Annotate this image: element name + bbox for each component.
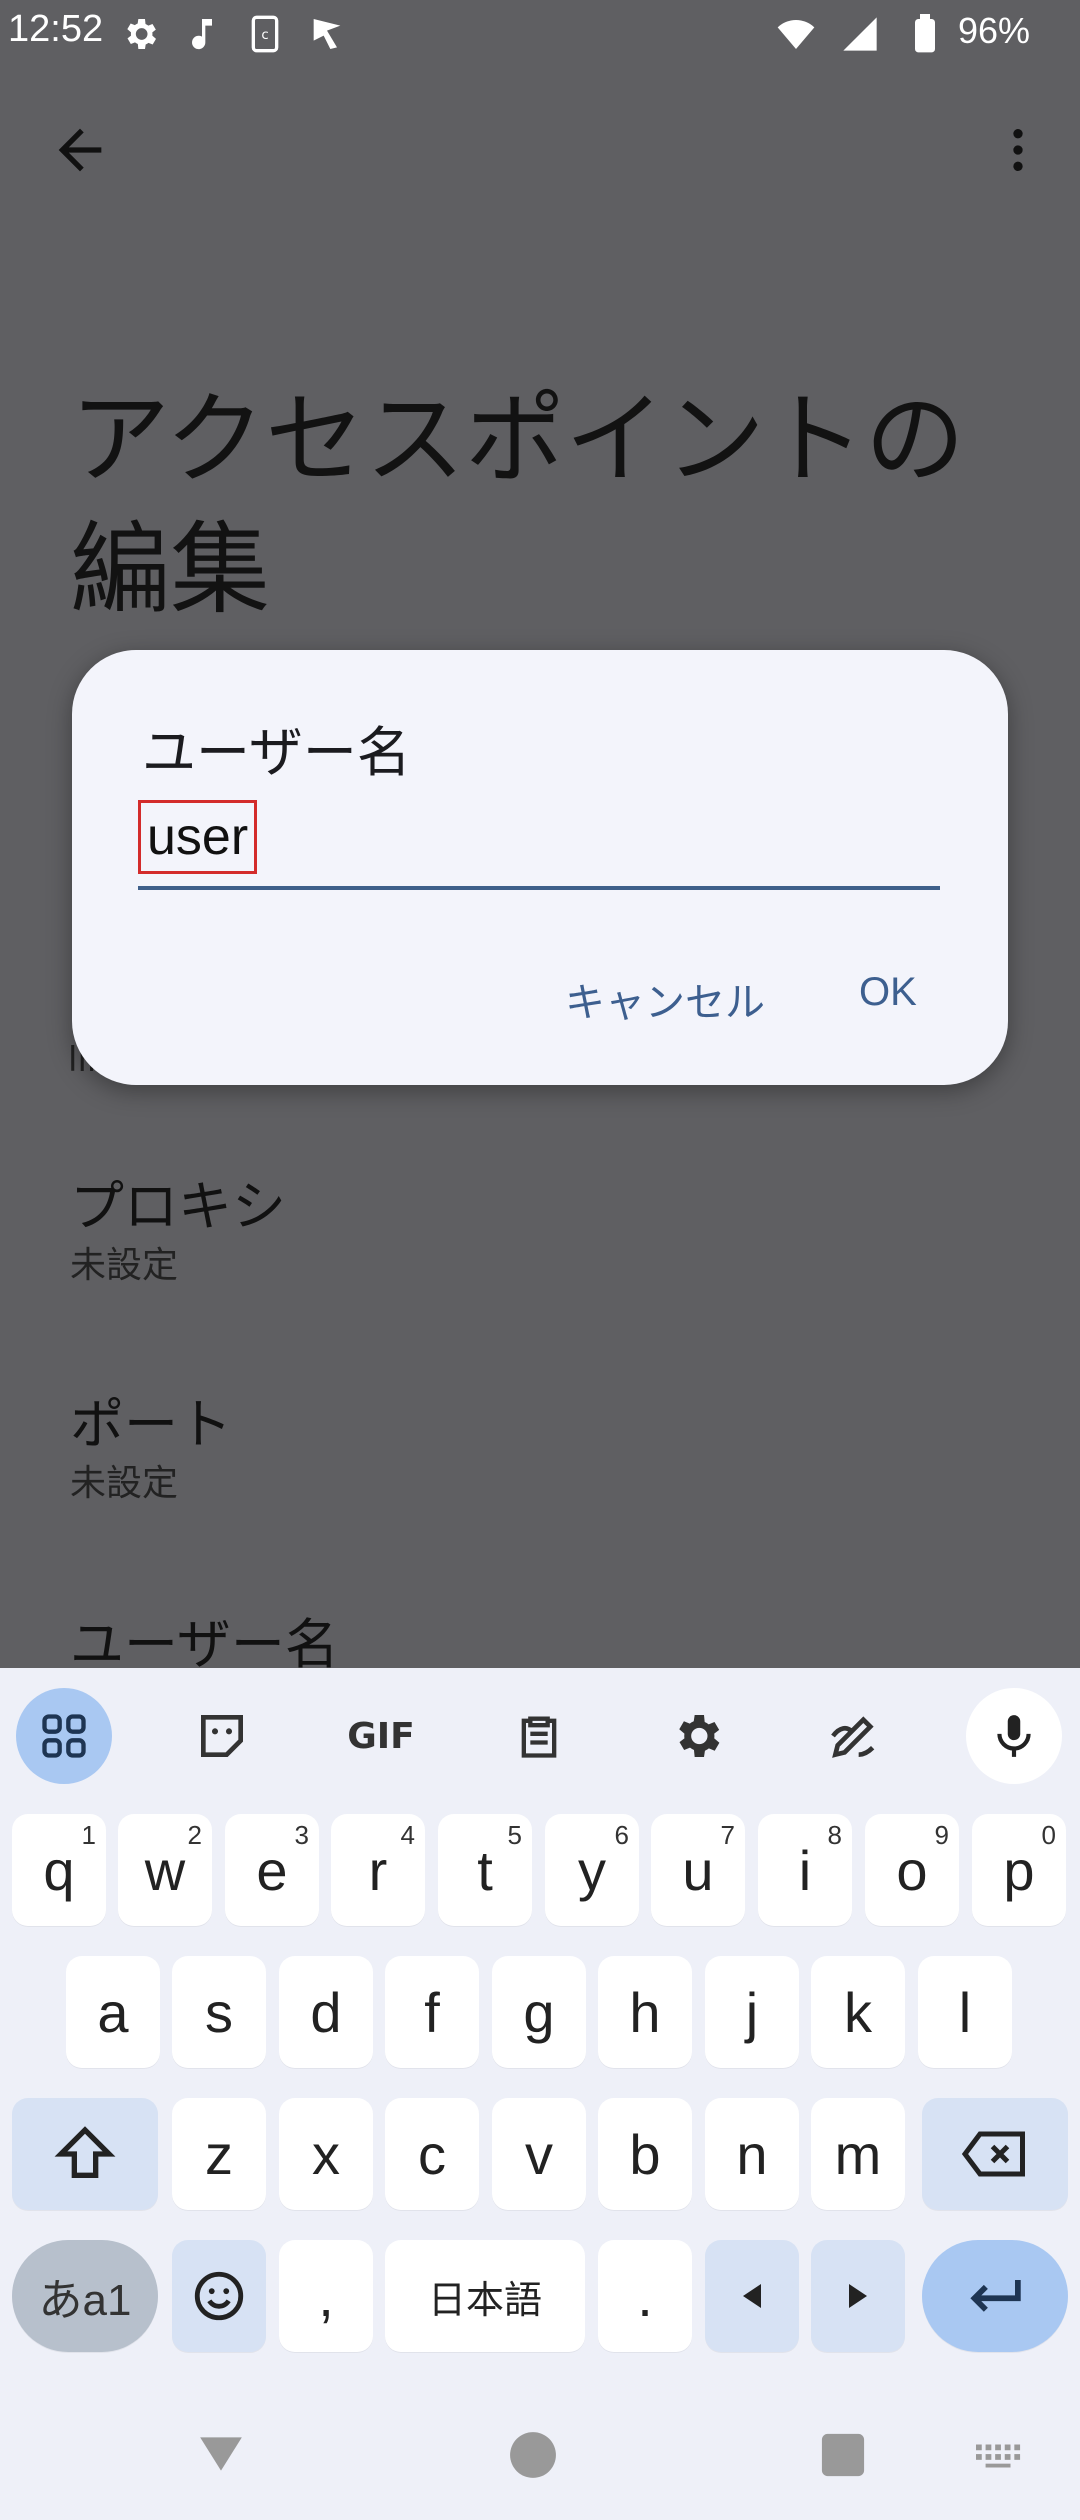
keyboard-switch-icon[interactable] [976, 2444, 1022, 2468]
gif-icon[interactable]: GIF [333, 1688, 429, 1784]
back-nav-icon[interactable] [196, 2432, 246, 2476]
input-underline [138, 886, 940, 890]
battery-icon [915, 14, 935, 53]
more-options-icon[interactable] [990, 118, 1046, 182]
key-e[interactable]: e3 [225, 1814, 319, 1926]
key-u[interactable]: u7 [651, 1814, 745, 1926]
username-input[interactable]: user [138, 800, 940, 890]
shift-icon [54, 2126, 116, 2178]
key-n[interactable]: n [705, 2098, 799, 2210]
emoji-icon [194, 2271, 244, 2321]
triangle-right-icon [849, 2284, 867, 2308]
shift-key[interactable] [12, 2098, 158, 2210]
triangle-left-icon [743, 2284, 761, 2308]
period-key[interactable]: . [598, 2240, 692, 2352]
clipboard-icon[interactable] [491, 1688, 587, 1784]
key-r[interactable]: r4 [331, 1814, 425, 1926]
sticker-icon[interactable] [174, 1688, 270, 1784]
page-title: アクセスポイントの 編集 [70, 381, 965, 628]
pref-title: ポート [70, 1393, 232, 1456]
comma-key[interactable]: , [279, 2240, 373, 2352]
key-h[interactable]: h [598, 1956, 692, 2068]
key-o[interactable]: o9 [865, 1814, 959, 1926]
dialog-title: ユーザー名 [142, 721, 411, 784]
apps-icon[interactable] [16, 1688, 112, 1784]
gear-icon [127, 19, 156, 49]
username-input-value[interactable]: user [138, 800, 258, 874]
enter-key[interactable] [922, 2240, 1068, 2352]
status-bar: 12:52 c 96% [0, 0, 1080, 70]
key-g[interactable]: g [492, 1956, 586, 2068]
home-nav-icon[interactable] [508, 2430, 558, 2480]
pref-summary: 未設定 [70, 1245, 179, 1286]
handwriting-icon[interactable] [806, 1688, 902, 1784]
key-w[interactable]: w2 [118, 1814, 212, 1926]
cursor-right-key[interactable] [811, 2240, 905, 2352]
backspace-icon [961, 2131, 1025, 2177]
key-d[interactable]: d [279, 1956, 373, 2068]
space-key[interactable]: 日本語 [385, 2240, 585, 2352]
music-note-icon [192, 19, 212, 50]
emoji-key[interactable] [172, 2240, 266, 2352]
pref-summary: 未設定 [70, 1463, 179, 1504]
username-dialog: ユーザー名 user キャンセル OK [72, 650, 1008, 1085]
cursor-left-key[interactable] [705, 2240, 799, 2352]
key-s[interactable]: s [172, 1956, 266, 2068]
svg-text:c: c [261, 28, 268, 43]
enter-icon [970, 2280, 1021, 2312]
key-b[interactable]: b [598, 2098, 692, 2210]
app-notification-icon: c [251, 15, 279, 53]
pref-title: プロキシ [70, 1175, 286, 1238]
language-switch-key[interactable]: あa1 [12, 2240, 158, 2352]
mic-icon[interactable] [966, 1688, 1062, 1784]
pref-proxy[interactable]: プロキシ 未設定 [70, 1172, 286, 1290]
key-i[interactable]: i8 [758, 1814, 852, 1926]
navigation-bar [0, 2388, 1080, 2520]
key-v[interactable]: v [492, 2098, 586, 2210]
key-z[interactable]: z [172, 2098, 266, 2210]
backspace-key[interactable] [922, 2098, 1068, 2210]
key-p[interactable]: p0 [972, 1814, 1066, 1926]
key-l[interactable]: l [918, 1956, 1012, 2068]
key-j[interactable]: j [705, 1956, 799, 2068]
key-k[interactable]: k [811, 1956, 905, 2068]
pref-port[interactable]: ポート 未設定 [70, 1390, 232, 1508]
back-arrow-icon[interactable] [48, 118, 112, 182]
cancel-button[interactable]: キャンセル [565, 970, 765, 1028]
keyboard-settings-icon[interactable] [649, 1688, 745, 1784]
key-c[interactable]: c [385, 2098, 479, 2210]
recents-nav-icon[interactable] [820, 2432, 866, 2478]
key-q[interactable]: q1 [12, 1814, 106, 1926]
flag-check-icon [313, 19, 341, 49]
key-y[interactable]: y6 [545, 1814, 639, 1926]
key-m[interactable]: m [811, 2098, 905, 2210]
key-f[interactable]: f [385, 1956, 479, 2068]
status-time: 12:52 [8, 8, 104, 50]
key-t[interactable]: t5 [438, 1814, 532, 1926]
wifi-icon [777, 20, 815, 49]
key-x[interactable]: x [279, 2098, 373, 2210]
signal-icon [843, 17, 877, 51]
battery-percent: 96% [957, 10, 1030, 51]
key-a[interactable]: a [66, 1956, 160, 2068]
ok-button[interactable]: OK [859, 970, 917, 1015]
